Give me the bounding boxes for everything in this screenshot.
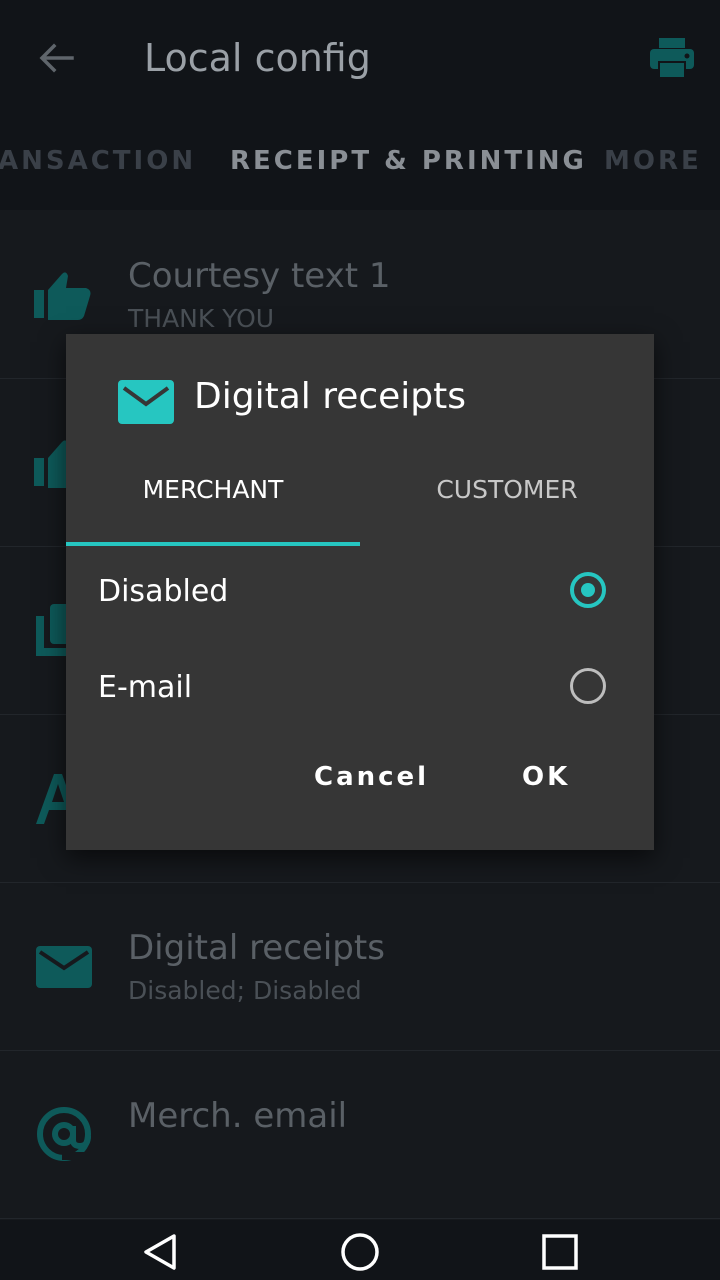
dialog-title: Digital receipts (194, 376, 467, 417)
setting-merch-email[interactable]: Merch. email (0, 1050, 720, 1219)
tab-more[interactable]: MORE (604, 146, 702, 176)
printer-icon[interactable] (648, 36, 696, 80)
option-email[interactable]: E-mail (66, 642, 654, 738)
nav-back-icon[interactable] (138, 1230, 182, 1274)
radio-selected[interactable] (570, 572, 606, 608)
system-nav-bar (0, 1220, 720, 1280)
digital-receipts-dialog: Digital receipts MERCHANT CUSTOMER Disab… (66, 334, 654, 850)
setting-label: Digital receipts (128, 928, 385, 968)
mail-icon (118, 380, 174, 424)
cancel-button[interactable]: Cancel (314, 762, 429, 792)
tab-merchant[interactable]: MERCHANT (66, 464, 360, 546)
thumb-up-icon (34, 272, 91, 320)
at-icon (37, 1107, 91, 1161)
setting-value: Disabled; Disabled (128, 976, 362, 1005)
tab-customer[interactable]: CUSTOMER (360, 464, 654, 546)
setting-value: THANK YOU (128, 304, 275, 333)
nav-home-icon[interactable] (338, 1230, 382, 1274)
nav-recents-icon[interactable] (538, 1230, 582, 1274)
option-label: E-mail (98, 670, 193, 705)
radio-unselected[interactable] (570, 668, 606, 704)
setting-digital-receipts[interactable]: Digital receipts Disabled; Disabled (0, 882, 720, 1051)
option-label: Disabled (98, 574, 229, 609)
option-disabled[interactable]: Disabled (66, 546, 654, 642)
tab-transaction[interactable]: ANSACTION (0, 146, 196, 176)
app-bar: Local config (0, 0, 720, 116)
setting-label: Merch. email (128, 1096, 348, 1136)
arrow-left-icon[interactable] (36, 38, 76, 78)
setting-label: Courtesy text 1 (128, 256, 391, 296)
ok-button[interactable]: OK (522, 762, 570, 792)
tab-receipt-printing[interactable]: RECEIPT & PRINTING (230, 146, 587, 176)
tab-bar: ANSACTION RECEIPT & PRINTING MORE (0, 116, 720, 210)
mail-icon (36, 946, 92, 988)
page-title: Local config (144, 36, 371, 80)
